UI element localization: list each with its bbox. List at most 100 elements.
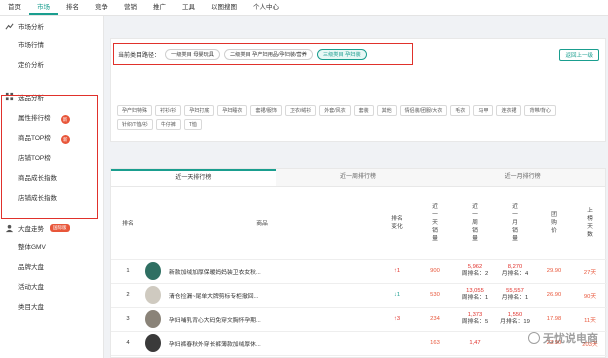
subcategory-tag[interactable]: 马甲 bbox=[473, 105, 494, 116]
sidebar-item-attribute-rank[interactable]: 属性排行榜 新 bbox=[0, 109, 103, 129]
table-header-row: 排名 商品 排名变化 近一天销量 近一周销量 近一月销量 团购价 上榜天数 bbox=[111, 187, 607, 260]
subcategory-tag[interactable]: 孕妇睡衣 bbox=[217, 105, 248, 116]
sidebar-item-brand[interactable]: 品牌大盘 bbox=[0, 258, 103, 278]
watermark-logo-icon bbox=[528, 332, 540, 344]
subcategory-tag[interactable]: 针织/T恤/衫 bbox=[117, 119, 153, 130]
change-cell: ↓1 bbox=[379, 283, 415, 308]
subcategory-tag[interactable]: 孕产妇特殊 bbox=[117, 105, 153, 116]
subcategory-tag[interactable]: 卫衣/绒衫 bbox=[284, 105, 317, 116]
rank-cell: 4 bbox=[111, 331, 145, 356]
sidebar-section-market-label: 市场分析 bbox=[18, 24, 44, 31]
subcategory-tag[interactable]: 外套/风衣 bbox=[319, 105, 351, 116]
back-button[interactable]: 返回上一级 bbox=[559, 49, 599, 61]
tab-ranking-0[interactable]: 近一天排行榜 bbox=[111, 169, 276, 186]
sidebar-section-market[interactable]: 市场分析 bbox=[0, 16, 103, 36]
nav-item[interactable]: 首页 bbox=[0, 0, 29, 15]
week-sales-cell: 5,962 周排名：2 bbox=[455, 259, 495, 284]
nav-item[interactable]: 以图搜图 bbox=[203, 0, 245, 15]
category-level-1[interactable]: 一级类目 母婴玩具 bbox=[165, 48, 220, 60]
col-days[interactable]: 上榜天数 bbox=[573, 187, 607, 260]
subcategory-tag[interactable]: 牛仔裤 bbox=[155, 119, 181, 130]
product-cell[interactable]: 清仓捡漏~尾单大牌剪标专柜撤回... bbox=[145, 283, 379, 308]
price-cell: 29.90 bbox=[535, 259, 573, 284]
product-cell[interactable]: 新款加绒加厚保暖妈妈装卫衣女秋... bbox=[145, 259, 379, 284]
product-cell[interactable]: 孕妇哺乳背心大码免穿文胸怀孕期... bbox=[145, 307, 379, 332]
col-rank: 排名 bbox=[111, 187, 145, 260]
week-sales-cell: 13,055 周排名：1 bbox=[455, 283, 495, 308]
table-row[interactable]: 2 清仓捡漏~尾单大牌剪标专柜撤回... ↓1 530 13,055 周排名：1 55,55… bbox=[111, 283, 607, 308]
nav-item[interactable]: 个人中心 bbox=[245, 0, 287, 15]
grid-icon bbox=[5, 92, 14, 101]
product-thumbnail[interactable] bbox=[145, 262, 161, 280]
nav-item[interactable]: 市场 bbox=[29, 0, 58, 15]
nav-item[interactable]: 工具 bbox=[174, 0, 203, 15]
watermark: 无忧说电商 bbox=[528, 330, 598, 346]
ranking-tabs: 近一天排行榜 近一周排行榜 近一月排行榜 bbox=[111, 169, 606, 187]
sidebar-item-shop-top[interactable]: 店铺TOP榜 bbox=[0, 149, 103, 169]
sidebar-item-market-trend[interactable]: 市场行情 bbox=[0, 36, 103, 56]
sidebar-item-activity[interactable]: 活动大盘 bbox=[0, 278, 103, 298]
days-cell: 11天 bbox=[573, 307, 607, 332]
col-price[interactable]: 团购价 bbox=[535, 187, 573, 260]
sidebar-item-label: 商品成长指数 bbox=[18, 175, 57, 182]
sidebar-item-pricing[interactable]: 定价分析 bbox=[0, 56, 103, 76]
sidebar-item-label: 市场行情 bbox=[18, 42, 44, 49]
product-thumbnail[interactable] bbox=[145, 334, 161, 352]
nav-item[interactable]: 营销 bbox=[116, 0, 145, 15]
sidebar-section-overall[interactable]: 大盘走势 国际版 bbox=[0, 218, 103, 238]
subcategory-tag[interactable]: 孕妇打底 bbox=[184, 105, 215, 116]
sidebar: 市场分析 市场行情 定价分析 选品分析 属性排行榜新 商品TOP榜新 店铺TOP… bbox=[0, 16, 104, 358]
subcategory-tag[interactable]: 毛衣 bbox=[450, 105, 471, 116]
nav-item[interactable]: 推广 bbox=[145, 0, 174, 15]
table-row[interactable]: 3 孕妇哺乳背心大码免穿文胸怀孕期... ↑3 234 1,373 周排名：5 1,550 月… bbox=[111, 307, 607, 332]
subcategory-tag[interactable]: 背带/背心 bbox=[524, 105, 556, 116]
subcategory-tag[interactable]: 连衣裙 bbox=[496, 105, 522, 116]
subcategory-tag[interactable]: 套装 bbox=[353, 105, 374, 116]
col-day-sales[interactable]: 近一天销量 bbox=[415, 187, 455, 260]
subcategory-tag[interactable]: T恤 bbox=[183, 119, 202, 130]
subcategory-tag[interactable]: 衬衫/衫 bbox=[155, 105, 182, 116]
sidebar-item-product-top[interactable]: 商品TOP榜 新 bbox=[0, 129, 103, 149]
table-row[interactable]: 1 新款加绒加厚保暖妈妈装卫衣女秋... ↑1 900 5,962 周排名：2 8,270 月… bbox=[111, 259, 607, 284]
tab-ranking-2[interactable]: 近一月排行榜 bbox=[440, 169, 606, 186]
product-name[interactable]: 新款加绒加厚保暖妈妈装卫衣女秋... bbox=[169, 267, 261, 276]
price-cell: 26.90 bbox=[535, 283, 573, 308]
sidebar-item-shop-growth[interactable]: 店铺成长指数 bbox=[0, 189, 103, 209]
change-cell: ↑1 bbox=[379, 259, 415, 284]
category-level-3[interactable]: 三级类目 孕妇装 bbox=[316, 48, 367, 60]
nav-item[interactable]: 竞争 bbox=[87, 0, 116, 15]
product-thumbnail[interactable] bbox=[145, 310, 161, 328]
subcategory-tag[interactable]: 套裙/服饰 bbox=[250, 105, 282, 116]
product-name[interactable]: 孕妇哺乳背心大码免穿文胸怀孕期... bbox=[169, 315, 261, 324]
col-week-sales[interactable]: 近一周销量 bbox=[455, 187, 495, 260]
trend-icon bbox=[5, 22, 14, 31]
subcategory-tag[interactable]: 情侣装/团服/大衣 bbox=[399, 105, 448, 116]
sidebar-item-gmv[interactable]: 整体GMV bbox=[0, 238, 103, 258]
col-month-sales[interactable]: 近一月销量 bbox=[495, 187, 535, 260]
subcategory-tags: 孕产妇特殊 衬衫/衫 孕妇打底 孕妇睡衣 套裙/服饰 卫衣/绒衫 外套/风衣 套装 其他 情侣装/… bbox=[117, 105, 597, 133]
sidebar-item-category[interactable]: 类目大盘 bbox=[0, 298, 103, 318]
product-name[interactable]: 孕妇裤春秋外穿长裤薄款加绒厚休... bbox=[169, 339, 261, 348]
sidebar-item-product-growth[interactable]: 商品成长指数 bbox=[0, 169, 103, 189]
new-badge: 新 bbox=[60, 134, 70, 144]
category-level-2[interactable]: 二级类目 孕产妇用品/孕妇装/营养 bbox=[223, 48, 313, 60]
sidebar-item-label: 活动大盘 bbox=[18, 284, 44, 291]
week-sales-cell: 1,373 周排名：5 bbox=[455, 307, 495, 332]
category-path-label: 当前类目路径： bbox=[118, 52, 161, 59]
product-name[interactable]: 清仓捡漏~尾单大牌剪标专柜撤回... bbox=[169, 291, 258, 300]
product-thumbnail[interactable] bbox=[145, 286, 161, 304]
sidebar-item-label: 整体GMV bbox=[18, 244, 46, 251]
sidebar-item-label: 品牌大盘 bbox=[18, 264, 44, 271]
rank-cell: 3 bbox=[111, 307, 145, 332]
price-cell: 17.98 bbox=[535, 307, 573, 332]
product-cell[interactable]: 孕妇裤春秋外穿长裤薄款加绒厚休... bbox=[145, 331, 379, 356]
nav-item[interactable]: 排名 bbox=[58, 0, 87, 15]
subcategory-tag[interactable]: 其他 bbox=[376, 105, 397, 116]
week-sales-cell: 1,47 bbox=[455, 331, 495, 356]
main-content: 当前类目路径： 一级类目 母婴玩具 二级类目 孕产妇用品/孕妇装/营养 三级类目… bbox=[104, 16, 608, 358]
change-cell: ↑3 bbox=[379, 307, 415, 332]
month-sales-cell: 55,557 月排名：1 bbox=[495, 283, 535, 308]
sidebar-item-label: 店铺成长指数 bbox=[18, 195, 57, 202]
sidebar-section-select[interactable]: 选品分析 bbox=[0, 88, 103, 105]
tab-ranking-1[interactable]: 近一周排行榜 bbox=[275, 169, 441, 186]
